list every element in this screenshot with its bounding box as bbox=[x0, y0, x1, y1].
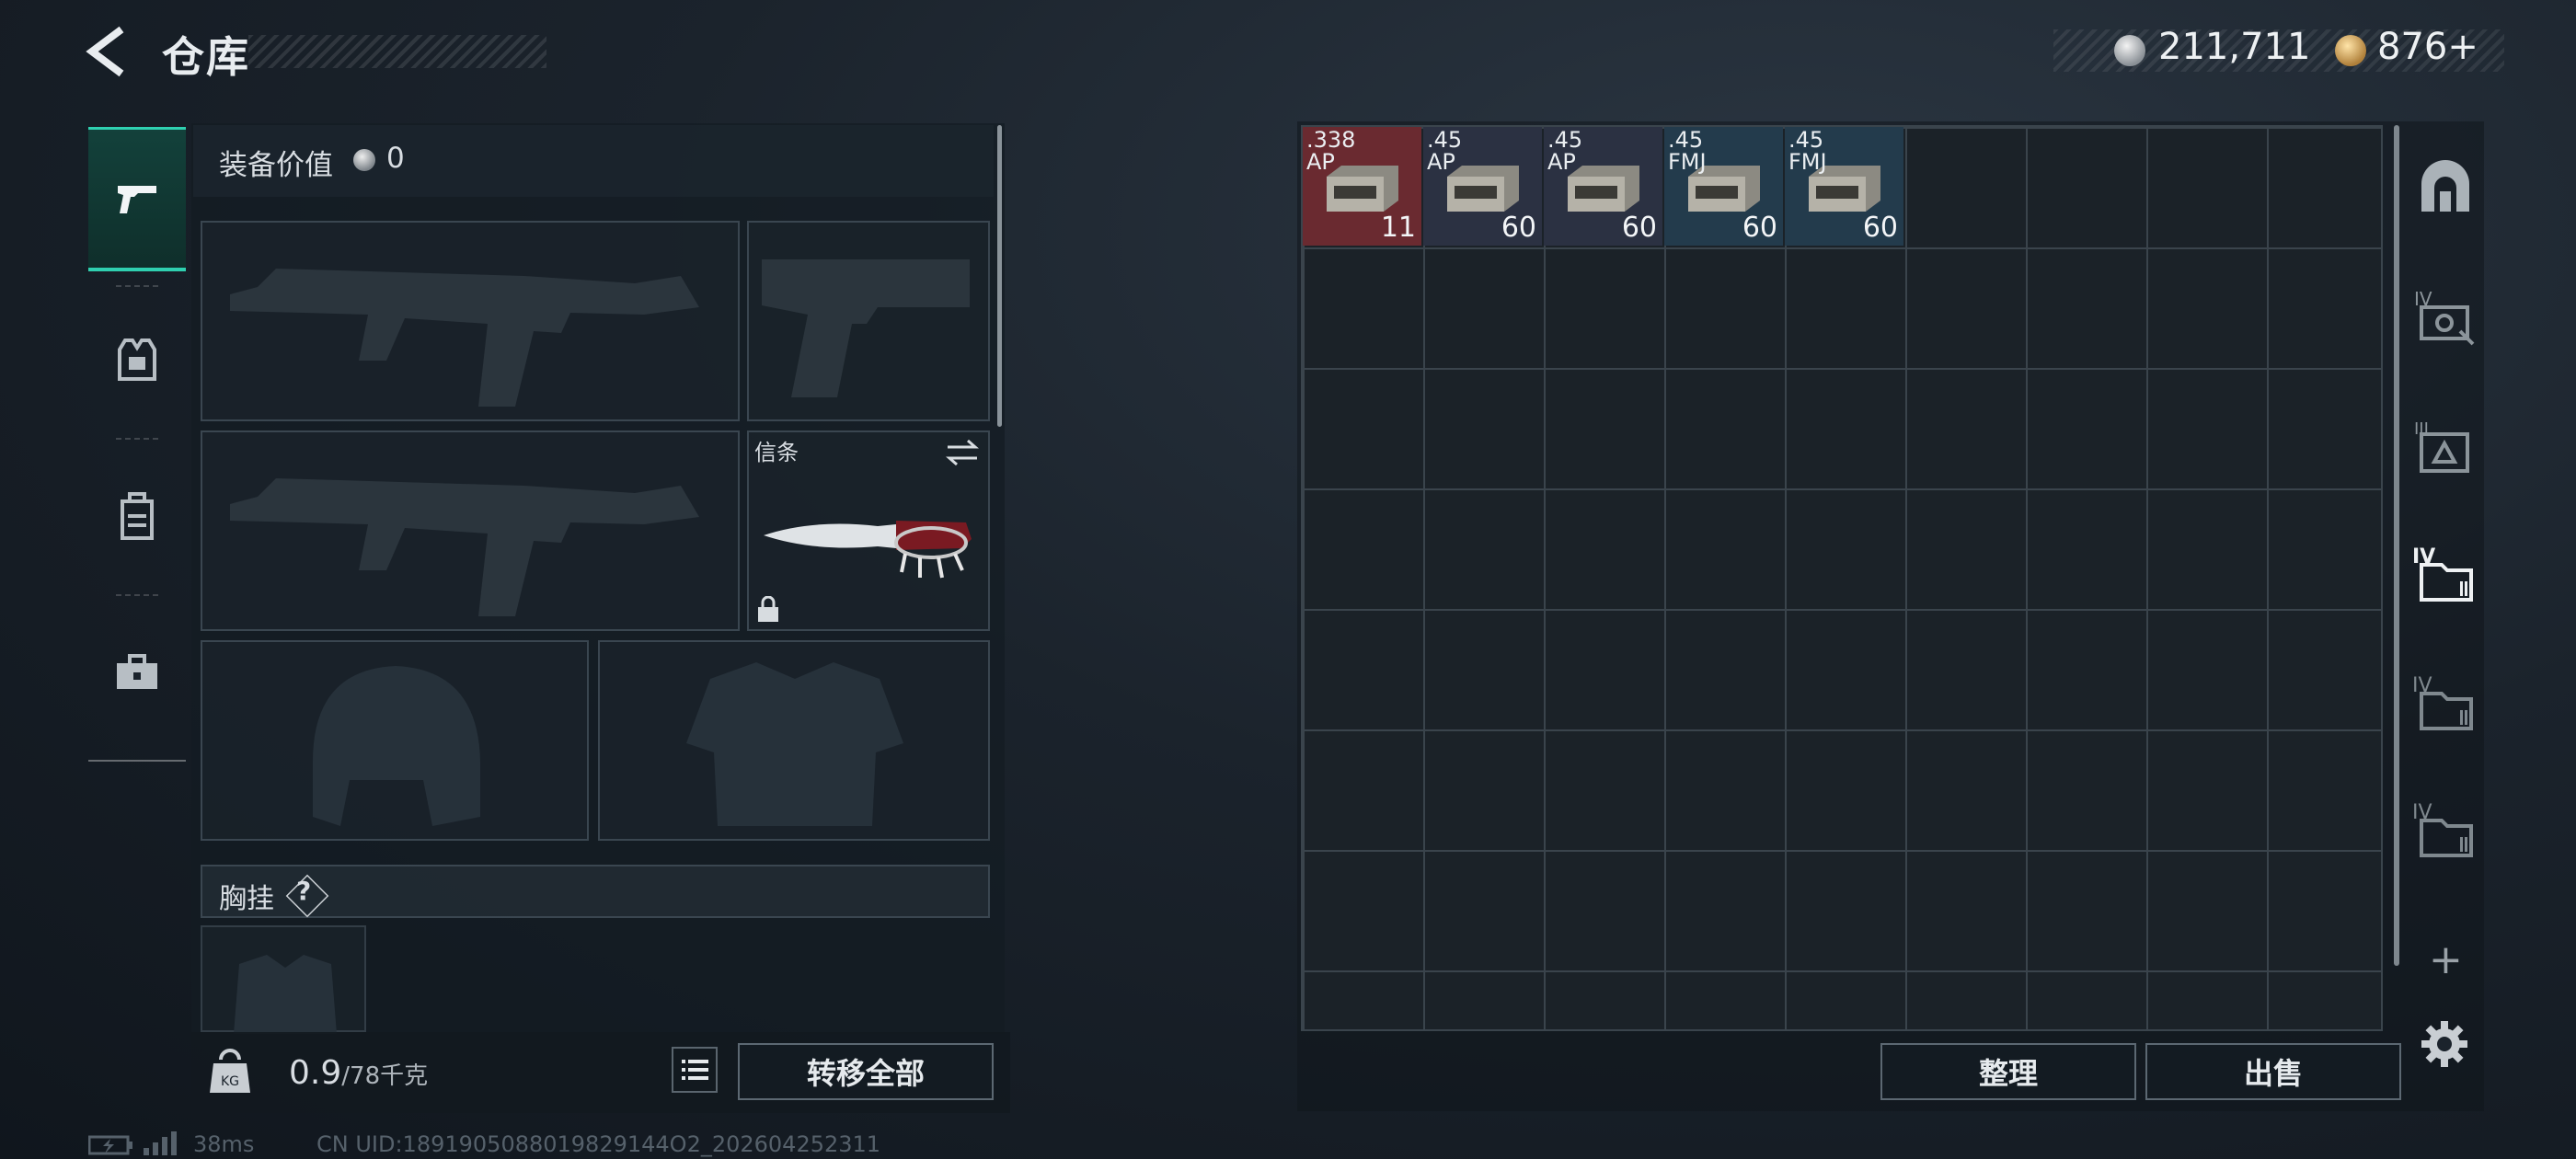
svg-text:KG: KG bbox=[221, 1074, 239, 1089]
safe-box-icon[interactable] bbox=[2416, 158, 2475, 217]
equipment-scrollbar[interactable] bbox=[997, 125, 1002, 427]
backpack-tab[interactable] bbox=[88, 456, 186, 576]
add-container-icon[interactable]: + bbox=[2429, 936, 2463, 983]
secondary-weapon-slot[interactable] bbox=[201, 430, 740, 631]
pistol-icon bbox=[118, 186, 156, 213]
item-count: 11 bbox=[1380, 212, 1416, 244]
page-title: 仓库 bbox=[162, 32, 250, 82]
item-caliber: .45 FMJ bbox=[1668, 127, 1707, 175]
carry-weight: 0.9/78千克 bbox=[289, 1054, 428, 1092]
primary-weapon-slot[interactable] bbox=[201, 221, 740, 421]
gear-tab[interactable] bbox=[88, 300, 186, 419]
body-armor-silhouette-icon bbox=[686, 662, 903, 826]
back-arrow-icon[interactable] bbox=[85, 26, 132, 77]
item-count: 60 bbox=[1621, 212, 1657, 244]
item-caliber: .45 AP bbox=[1427, 127, 1463, 175]
item-count: 60 bbox=[1862, 212, 1898, 244]
tier-three-case-icon[interactable]: III bbox=[2412, 416, 2477, 476]
equipment-value-label: 装备价值 bbox=[219, 149, 333, 182]
pistol-silhouette-icon bbox=[762, 259, 970, 397]
gold-coin-icon bbox=[2335, 35, 2366, 66]
silver-coin-icon bbox=[2114, 35, 2145, 66]
gear-icon[interactable] bbox=[2420, 1019, 2469, 1069]
inventory-item[interactable]: .338 AP 11 bbox=[1303, 127, 1421, 246]
transfer-all-button[interactable]: 转移全部 bbox=[738, 1043, 994, 1100]
lock-icon bbox=[758, 596, 778, 622]
item-caliber: .45 FMJ bbox=[1788, 127, 1827, 175]
item-caliber: .338 AP bbox=[1306, 127, 1356, 175]
inventory-item[interactable]: .45 FMJ 60 bbox=[1785, 127, 1903, 246]
backpack-icon bbox=[121, 492, 154, 540]
chest-rig-slot[interactable] bbox=[201, 925, 366, 1034]
case-tab[interactable] bbox=[88, 613, 186, 732]
weight-icon: KG bbox=[210, 1049, 250, 1093]
storage-scrollbar[interactable] bbox=[2394, 125, 2399, 966]
tier-four-folder-icon[interactable]: IV bbox=[2410, 671, 2480, 736]
item-caliber: .45 AP bbox=[1547, 127, 1583, 175]
knife-icon bbox=[764, 521, 972, 579]
toolbox-icon bbox=[117, 654, 157, 689]
sort-button[interactable]: 整理 bbox=[1880, 1043, 2136, 1100]
chest-rig-silhouette-icon bbox=[234, 955, 337, 1034]
helmet-silhouette-icon bbox=[313, 666, 480, 826]
item-count: 60 bbox=[1501, 212, 1536, 244]
inventory-item[interactable]: .45 FMJ 60 bbox=[1664, 127, 1783, 246]
tier-four-folder-icon[interactable]: IV bbox=[2410, 543, 2480, 607]
gold-currency-amount[interactable]: 876+ bbox=[2377, 26, 2478, 68]
uid-text: CN UID:1891905088019829144O2_20260425231… bbox=[316, 1131, 881, 1157]
keycard-case-icon[interactable]: IV bbox=[2412, 285, 2477, 346]
carry-weight-value: 0.9 bbox=[289, 1054, 342, 1092]
list-view-button[interactable] bbox=[672, 1047, 718, 1093]
tier-four-folder-icon[interactable]: IV bbox=[2410, 798, 2480, 863]
title-decoration bbox=[248, 35, 546, 68]
equipment-tabs bbox=[88, 116, 186, 765]
signal-icon bbox=[144, 1131, 177, 1155]
rifle-silhouette-icon bbox=[230, 478, 699, 616]
help-icon[interactable]: ? bbox=[296, 876, 311, 906]
swap-icon[interactable] bbox=[944, 438, 981, 467]
inventory-item[interactable]: .45 AP 60 bbox=[1423, 127, 1542, 246]
helmet-slot[interactable] bbox=[201, 640, 589, 841]
equipment-value-amount: 0 bbox=[386, 142, 405, 175]
carry-weight-max: /78千克 bbox=[341, 1062, 429, 1090]
silver-currency-amount: 211,711 bbox=[2158, 26, 2311, 68]
list-icon bbox=[682, 1060, 708, 1080]
weapons-tab[interactable] bbox=[88, 127, 186, 271]
sidearm-slot[interactable] bbox=[747, 221, 990, 421]
ping-text: 38ms bbox=[193, 1131, 255, 1157]
inventory-item[interactable]: .45 AP 60 bbox=[1544, 127, 1662, 246]
storage-grid[interactable] bbox=[1301, 125, 2383, 1031]
body-armor-slot[interactable] bbox=[598, 640, 990, 841]
melee-slot-label: 信条 bbox=[754, 440, 799, 465]
chest-rig-label: 胸挂 bbox=[219, 883, 274, 915]
silver-coin-icon bbox=[353, 149, 375, 171]
battery-icon bbox=[88, 1135, 132, 1155]
rifle-silhouette-icon bbox=[230, 269, 699, 407]
item-count: 60 bbox=[1742, 212, 1777, 244]
armor-vest-icon bbox=[118, 339, 156, 381]
sell-button[interactable]: 出售 bbox=[2145, 1043, 2401, 1100]
